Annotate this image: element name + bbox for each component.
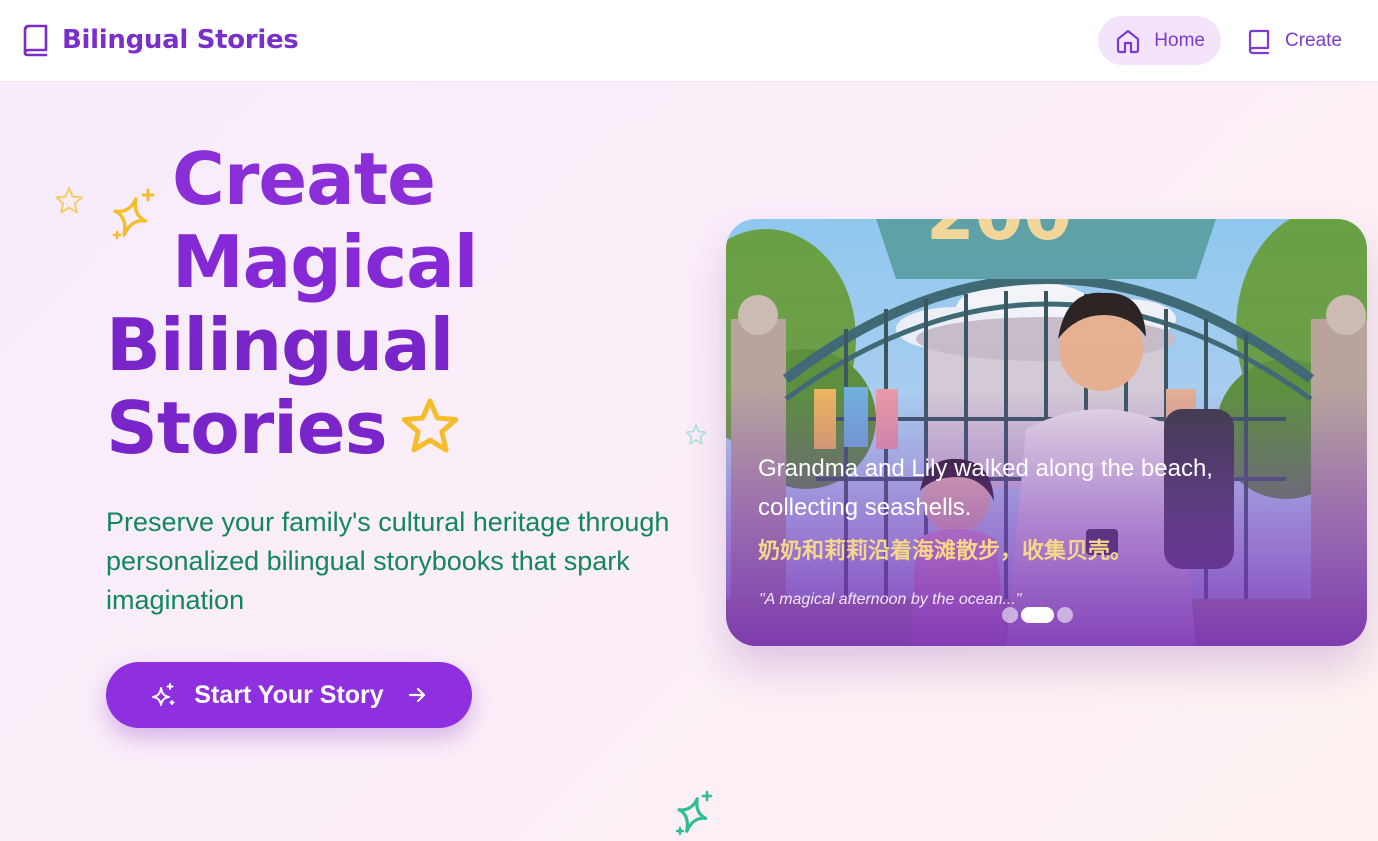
carousel-dot-1[interactable] — [1002, 607, 1018, 623]
story-carousel[interactable]: 200 — [726, 219, 1367, 646]
nav-home-label: Home — [1154, 29, 1205, 51]
hero-title-line-2: Magical — [172, 220, 478, 304]
star-icon — [55, 187, 83, 214]
nav-create-label: Create — [1284, 29, 1342, 51]
home-icon — [1117, 29, 1140, 53]
carousel-dot-3[interactable] — [1057, 607, 1073, 623]
sparkle-icon — [675, 790, 713, 836]
main-nav: Home Create — [1098, 16, 1358, 65]
caption-quote: "A magical afternoon by the ocean..." — [759, 591, 1022, 608]
carousel-overlay — [726, 219, 1367, 646]
hero-subtitle: Preserve your family's cultural heritage… — [106, 507, 670, 615]
caption-english: Grandma and Lily walked along the beach,… — [758, 455, 1213, 521]
sparkles-icon — [152, 683, 175, 706]
nav-home[interactable]: Home — [1098, 16, 1221, 65]
book-icon — [23, 24, 48, 57]
arrow-right-icon — [408, 687, 425, 703]
carousel-dots — [1002, 607, 1073, 623]
top-navbar: Bilingual Stories Home Create — [0, 0, 1378, 82]
star-icon — [401, 398, 458, 453]
hero-title-line-4: Stories — [106, 386, 388, 470]
book-icon — [1248, 29, 1270, 54]
nav-create[interactable]: Create — [1229, 16, 1358, 65]
hero-title: Create Magical Bilingual Stories — [106, 138, 626, 470]
start-story-button[interactable]: Start Your Story — [106, 662, 472, 728]
hero-title-line-3: Bilingual — [106, 303, 454, 387]
hero-title-line-4-wrap: Stories — [106, 387, 626, 470]
caption-chinese: 奶奶和莉莉沿着海滩散步，收集贝壳。 — [758, 539, 1133, 564]
start-story-label: Start Your Story — [194, 680, 384, 709]
brand-name: Bilingual Stories — [62, 25, 299, 55]
star-icon — [685, 424, 707, 445]
hero-title-line-1: Create — [172, 137, 436, 221]
brand-logo-link[interactable]: Bilingual Stories — [20, 23, 299, 57]
carousel-dot-2[interactable] — [1021, 607, 1054, 623]
